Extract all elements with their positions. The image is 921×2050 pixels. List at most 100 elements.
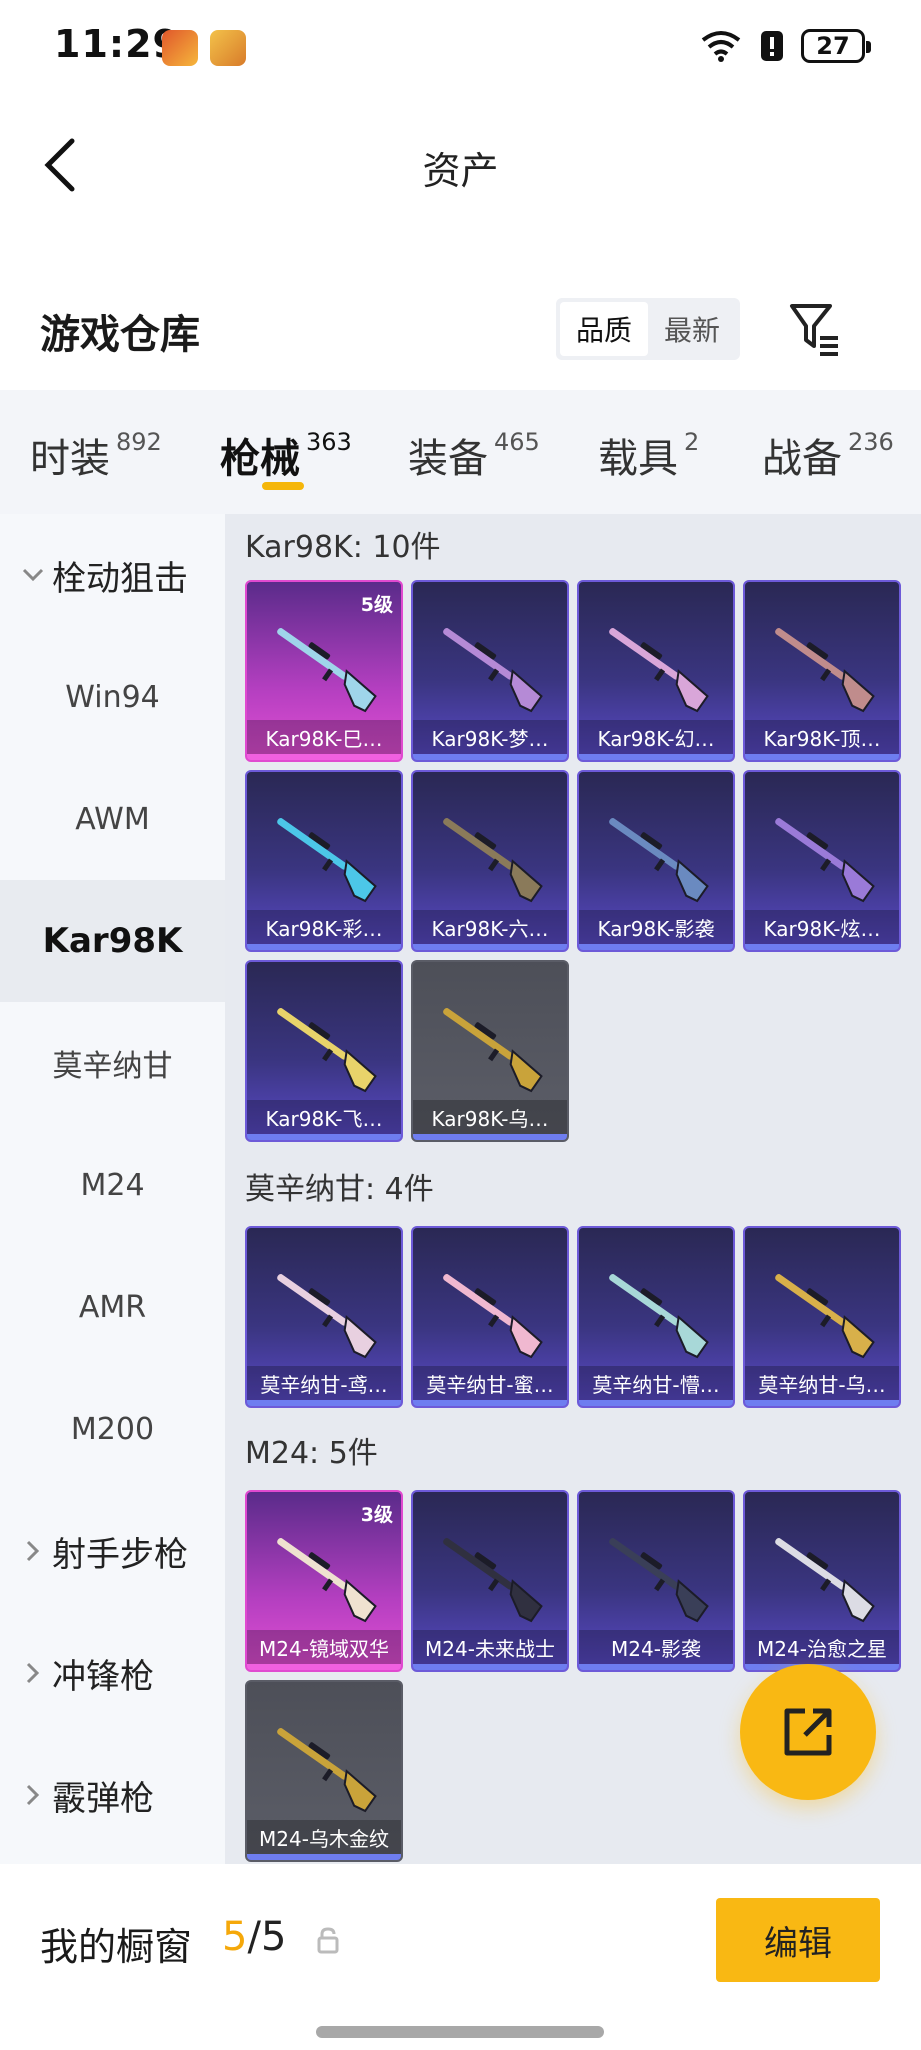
weapon-skin-card[interactable]: 莫辛纳甘-鸢… [245,1226,403,1408]
sidebar-item-amr[interactable]: AMR [0,1246,225,1368]
sort-toggle: 品质 最新 [556,298,740,360]
section-title-mosin-nagant: 莫辛纳甘: 4件 [245,1172,434,1207]
skin-name: Kar98K-巳… [247,720,401,754]
rarity-bar [413,1134,567,1140]
tab-count: 892 [116,428,162,456]
weapon-skin-card[interactable]: Kar98K-彩… [245,770,403,952]
skin-name: 莫辛纳甘-乌… [745,1366,899,1400]
sidebar-item-m24[interactable]: M24 [0,1124,225,1246]
warehouse-title: 游戏仓库 [40,312,200,358]
weapon-skin-card[interactable]: Kar98K-炫… [743,770,901,952]
sidebar-group-label: 霰弹枪 [52,1778,154,1819]
status-bar: 11:29 27 [0,0,921,95]
rifle-skin-icon [277,1008,377,1093]
rifle-skin-icon [609,1274,709,1359]
skin-name: 莫辛纳甘-鸢… [247,1366,401,1400]
sidebar-item-kar98k[interactable]: Kar98K [0,880,225,1002]
weapon-skin-card[interactable]: Kar98K-飞… [245,960,403,1142]
skin-name: Kar98K-幻… [579,720,733,754]
sidebar-group-label: 栓动狙击 [52,558,188,599]
skin-level-badge: 3级 [360,1504,393,1526]
skin-name: M24-乌木金纹 [247,1820,401,1854]
tab-firearms[interactable]: 枪械 363 [220,426,352,484]
weapon-skin-card[interactable]: M24-未来战士 [411,1490,569,1672]
weapon-skin-card[interactable]: Kar98K-乌… [411,960,569,1142]
rarity-bar [413,754,567,760]
showcase-count-total: 5 [260,1914,287,1960]
showcase-bar: 我的橱窗 5/5 编辑 [0,1866,921,2050]
edit-button[interactable]: 编辑 [716,1898,880,1982]
weapon-skin-card[interactable]: Kar98K-顶… [743,580,901,762]
rarity-bar [247,1400,401,1406]
rarity-bar [579,1664,733,1670]
rifle-skin-icon [277,1728,377,1813]
skin-name: 莫辛纳甘-懵… [579,1366,733,1400]
tab-count: 236 [848,428,894,456]
rifle-skin-icon [775,818,875,903]
weapon-skin-card[interactable]: Kar98K-梦… [411,580,569,762]
skin-name: Kar98K-影袭 [579,910,733,944]
sidebar-group-marksman-rifle[interactable]: 射手步枪 [0,1490,225,1612]
weapon-skin-card[interactable]: M24-影袭 [577,1490,735,1672]
tab-label: 枪械 [220,436,300,482]
rifle-skin-icon [277,818,377,903]
skin-name: 莫辛纳甘-蜜… [413,1366,567,1400]
notification-app-icon [162,30,198,66]
showcase-count-current: 5 [222,1914,248,1960]
weapon-skin-card[interactable]: Kar98K-影袭 [577,770,735,952]
notification-app-icon [210,30,246,66]
skin-name: Kar98K-梦… [413,720,567,754]
sidebar-item-mosin-nagant[interactable]: 莫辛纳甘 [0,1002,225,1124]
skin-name: Kar98K-乌… [413,1100,567,1134]
filter-icon [790,304,838,356]
sidebar-group-bolt-action[interactable]: 栓动狙击 [0,514,225,636]
skin-name: M24-镜域双华 [247,1630,401,1664]
tab-vehicles[interactable]: 载具 2 [598,426,699,484]
chevron-right-icon [18,1658,48,1688]
weapon-type-sidebar: 栓动狙击 Win94 AWM Kar98K 莫辛纳甘 M24 AMR M200 … [0,514,225,1864]
sidebar-group-smg[interactable]: 冲锋枪 [0,1612,225,1734]
rarity-bar [247,1664,401,1670]
tab-count: 465 [494,428,540,456]
tab-label: 装备 [408,436,488,482]
tab-label: 载具 [598,436,678,482]
tab-count: 2 [684,428,700,456]
sidebar-item-awm[interactable]: AWM [0,758,225,880]
weapon-skin-card[interactable]: 莫辛纳甘-懵… [577,1226,735,1408]
skin-level-badge: 5级 [360,594,393,616]
sort-option-quality[interactable]: 品质 [560,302,648,356]
sidebar-item-win94[interactable]: Win94 [0,636,225,758]
weapon-skin-card[interactable]: M24-乌木金纹 [245,1680,403,1862]
rifle-skin-icon [277,628,377,713]
sort-option-latest[interactable]: 最新 [648,302,736,356]
showcase-count: 5/5 [222,1914,286,1960]
weapon-skin-card[interactable]: 莫辛纳甘-乌… [743,1226,901,1408]
skin-name: M24-未来战士 [413,1630,567,1664]
weapon-skin-card[interactable]: Kar98K-六… [411,770,569,952]
tab-fashion[interactable]: 时装 892 [30,426,162,484]
status-indicators: 27 [699,28,871,64]
weapon-skin-card[interactable]: M24-治愈之星 [743,1490,901,1672]
share-fab-button[interactable] [740,1664,876,1800]
weapon-skin-card[interactable]: 5级 Kar98K-巳… [245,580,403,762]
battery-level: 27 [816,32,850,60]
section-title-m24: M24: 5件 [245,1436,378,1471]
skin-name: Kar98K-彩… [247,910,401,944]
weapon-skin-card[interactable]: 莫辛纳甘-蜜… [411,1226,569,1408]
sidebar-item-m200[interactable]: M200 [0,1368,225,1490]
filter-button[interactable] [788,300,844,358]
sidebar-group-label: 冲锋枪 [52,1656,154,1697]
rarity-bar [579,754,733,760]
weapon-skin-card[interactable]: 3级 M24-镜域双华 [245,1490,403,1672]
rifle-skin-icon [277,1274,377,1359]
weapon-skin-card[interactable]: Kar98K-幻… [577,580,735,762]
home-indicator [316,2026,604,2038]
rarity-bar [413,944,567,950]
tab-gear[interactable]: 战备 236 [762,426,894,484]
rarity-bar [745,754,899,760]
rifle-skin-icon [775,1538,875,1623]
tab-equipment[interactable]: 装备 465 [408,426,540,484]
share-icon [784,1708,832,1756]
skin-name: Kar98K-飞… [247,1100,401,1134]
sidebar-group-shotgun[interactable]: 霰弹枪 [0,1734,225,1856]
